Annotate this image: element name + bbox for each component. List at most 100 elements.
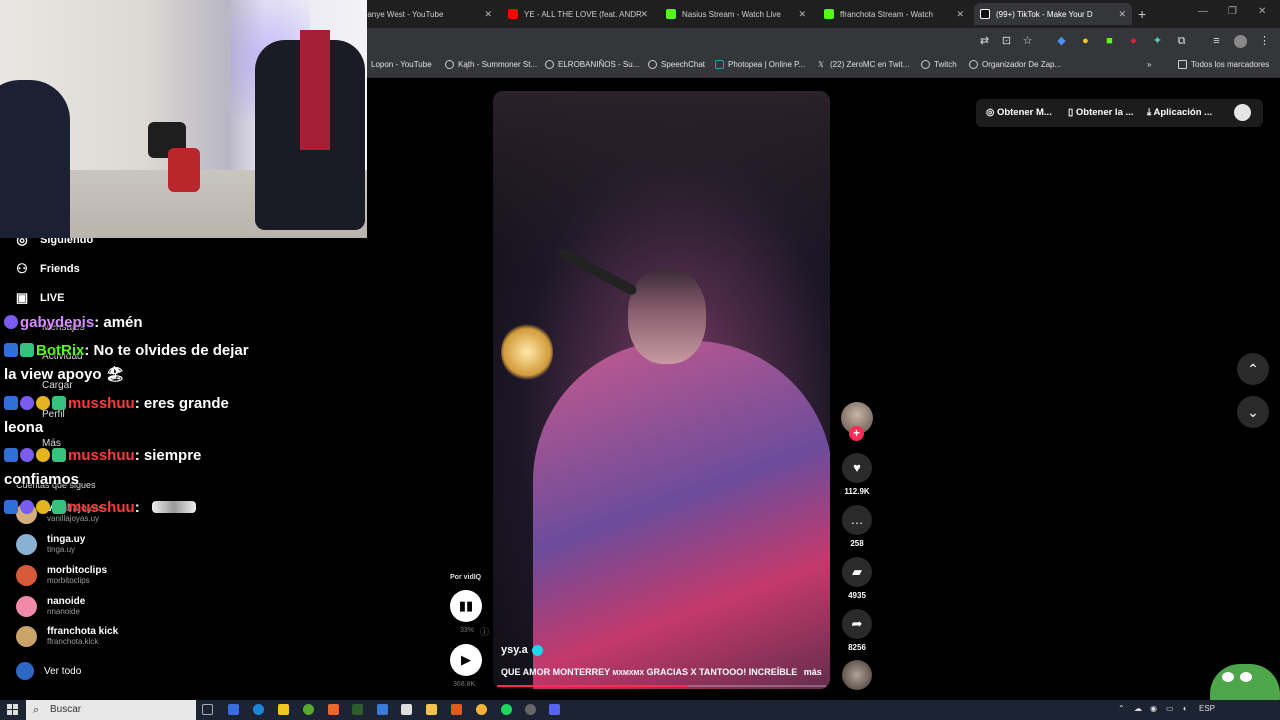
app-icon[interactable] xyxy=(303,704,314,715)
sidebar-item-live[interactable]: ▣ LIVE xyxy=(14,290,65,306)
bookmark-icon[interactable]: ▰ xyxy=(842,557,872,587)
account-item[interactable]: nanoide nnanoide xyxy=(16,596,85,617)
previous-video-button[interactable]: ⌃ xyxy=(1237,353,1269,385)
stats-button[interactable]: ▮▮ xyxy=(450,590,482,622)
app-icon[interactable] xyxy=(401,704,412,715)
close-icon[interactable]: ✕ xyxy=(956,9,964,20)
app-icon[interactable] xyxy=(377,704,388,715)
see-all-label: Ver todo xyxy=(44,665,82,677)
taskbar-search[interactable]: ⌕ Buscar xyxy=(26,700,196,720)
account-item[interactable]: tinga.uy tinga.uy xyxy=(16,534,85,555)
like-action[interactable]: ♥ 112.9K xyxy=(841,453,873,496)
get-app-link-button[interactable]: ▯ Obtener la ... xyxy=(1068,107,1133,118)
more-bookmarks-icon[interactable]: » xyxy=(1147,60,1151,69)
video-author[interactable]: ysy.a xyxy=(501,644,543,656)
save-action[interactable]: ▰ 4935 xyxy=(841,557,873,600)
install-icon[interactable]: ⊡ xyxy=(1000,35,1013,48)
tab-youtube-kanye[interactable]: Kanye West - YouTube ✕ xyxy=(362,3,498,25)
video-player[interactable]: ysy.a QUE AMOR MONTERREY MXMXMX GRACIAS … xyxy=(493,91,830,689)
get-coins-button[interactable]: ◎ Obtener M... xyxy=(986,107,1052,118)
chat-username: musshuu xyxy=(68,447,135,464)
translate-icon[interactable]: ⇄ xyxy=(978,35,991,48)
close-icon[interactable]: ✕ xyxy=(640,9,648,20)
folder-icon xyxy=(1178,60,1187,69)
discord-icon[interactable] xyxy=(549,704,560,715)
chrome-icon[interactable] xyxy=(476,704,487,715)
star-icon[interactable]: ☆ xyxy=(1021,35,1034,48)
close-icon[interactable]: ✕ xyxy=(484,9,492,20)
bookmark[interactable]: Kąth - Summoner St... xyxy=(445,60,537,69)
app-icon[interactable] xyxy=(328,704,339,715)
music-disc[interactable] xyxy=(842,660,872,690)
folder-icon[interactable] xyxy=(426,704,437,715)
spotify-icon[interactable] xyxy=(501,704,512,715)
video-progress-fill xyxy=(497,685,688,687)
reading-list-icon[interactable]: ≡ xyxy=(1210,35,1223,48)
chevron-up-icon: ⌃ xyxy=(1247,361,1259,377)
tab-tiktok[interactable]: (99+) TikTok - Make Your D ✕ xyxy=(974,3,1132,25)
tray-chevron-icon[interactable]: ⌃ xyxy=(1118,704,1125,713)
heart-icon[interactable]: ♥ xyxy=(842,453,872,483)
caption-more-link[interactable]: más xyxy=(804,667,822,677)
maximize-icon[interactable]: ❐ xyxy=(1228,6,1237,17)
file-explorer-icon[interactable] xyxy=(278,704,289,715)
avatar xyxy=(16,596,37,617)
close-icon[interactable]: ✕ xyxy=(798,9,806,20)
sidebar-item-friends[interactable]: ⚇ Friends xyxy=(14,261,80,277)
new-tab-button[interactable]: + xyxy=(1138,6,1146,22)
comment-action[interactable]: … 258 xyxy=(841,505,873,548)
bookmark[interactable]: Twitch xyxy=(921,60,957,69)
bookmark[interactable]: Organizador De Zap... xyxy=(969,60,1061,69)
obs-icon[interactable] xyxy=(525,704,536,715)
all-bookmarks[interactable]: Todos los marcadores xyxy=(1178,60,1269,69)
stat-views: 368.8K xyxy=(453,681,476,688)
share-action[interactable]: ➦ 8256 xyxy=(841,609,873,652)
tab-youtube-ye[interactable]: YE - ALL THE LOVE (feat. ANDR ✕ xyxy=(502,3,654,25)
account-item[interactable]: morbitoclips morbitoclips xyxy=(16,565,107,586)
extension-icon[interactable]: ◆ xyxy=(1055,35,1068,48)
tab-title: Kanye West - YouTube xyxy=(362,9,444,19)
tab-kick-nasius[interactable]: Nasius Stream - Watch Live ✕ xyxy=(660,3,812,25)
task-view-icon[interactable] xyxy=(202,704,213,715)
app-icon[interactable] xyxy=(352,704,363,715)
see-all-link[interactable]: Ver todo xyxy=(16,662,81,680)
network-icon[interactable]: ▭ xyxy=(1166,704,1174,713)
bookmark[interactable]: Lopon - YouTube xyxy=(371,60,432,69)
profile-avatar[interactable] xyxy=(1234,35,1247,48)
extension-icon[interactable]: ● xyxy=(1127,35,1140,48)
comment-icon[interactable]: … xyxy=(842,505,872,535)
extensions-puzzle-icon[interactable]: ⧉ xyxy=(1175,35,1188,48)
info-icon[interactable]: ⓘ xyxy=(480,625,489,638)
play-button[interactable]: ▶ xyxy=(450,644,482,676)
volume-icon[interactable]: ◖ xyxy=(1182,704,1187,713)
language-indicator[interactable]: ESP xyxy=(1199,704,1215,713)
video-progress-bar[interactable] xyxy=(497,685,826,687)
app-icon[interactable] xyxy=(228,704,239,715)
eye xyxy=(1240,672,1252,682)
tab-kick-ffranchota[interactable]: ffranchota Stream - Watch ✕ xyxy=(818,3,970,25)
extension-icon[interactable]: ● xyxy=(1079,35,1092,48)
tray-icon[interactable]: ☁ xyxy=(1134,704,1142,713)
bookmark[interactable]: Photopea | Online P... xyxy=(715,60,805,69)
app-icon[interactable] xyxy=(451,704,462,715)
app-button[interactable]: ⤓ Aplicación ... xyxy=(1147,107,1212,118)
account-item[interactable]: ffranchota kick ffranchota.kick xyxy=(16,626,118,647)
edge-icon[interactable] xyxy=(253,704,264,715)
next-video-button[interactable]: ⌄ xyxy=(1237,396,1269,428)
sub-badge-icon xyxy=(20,500,34,514)
bookmark[interactable]: ELROBANIÑOS - Su... xyxy=(545,60,639,69)
menu-icon[interactable]: ⋮ xyxy=(1258,35,1271,48)
close-window-icon[interactable]: ✕ xyxy=(1258,6,1266,17)
close-icon[interactable]: ✕ xyxy=(1118,9,1126,20)
tray-icon[interactable]: ◉ xyxy=(1150,704,1157,713)
bookmark[interactable]: SpeechChat xyxy=(648,60,705,69)
minimize-icon[interactable]: — xyxy=(1198,6,1208,17)
extension-icon[interactable]: ■ xyxy=(1103,35,1116,48)
windows-start-icon[interactable] xyxy=(7,704,18,715)
bookmark-label: Lopon - YouTube xyxy=(371,60,432,69)
extension-icon[interactable]: ✦ xyxy=(1151,35,1164,48)
bookmark[interactable]: 𝕏 (22) ZeroMC en Twit... xyxy=(817,60,909,69)
share-icon[interactable]: ➦ xyxy=(842,609,872,639)
follow-plus-icon[interactable]: + xyxy=(849,426,864,441)
user-avatar[interactable] xyxy=(1234,104,1251,121)
